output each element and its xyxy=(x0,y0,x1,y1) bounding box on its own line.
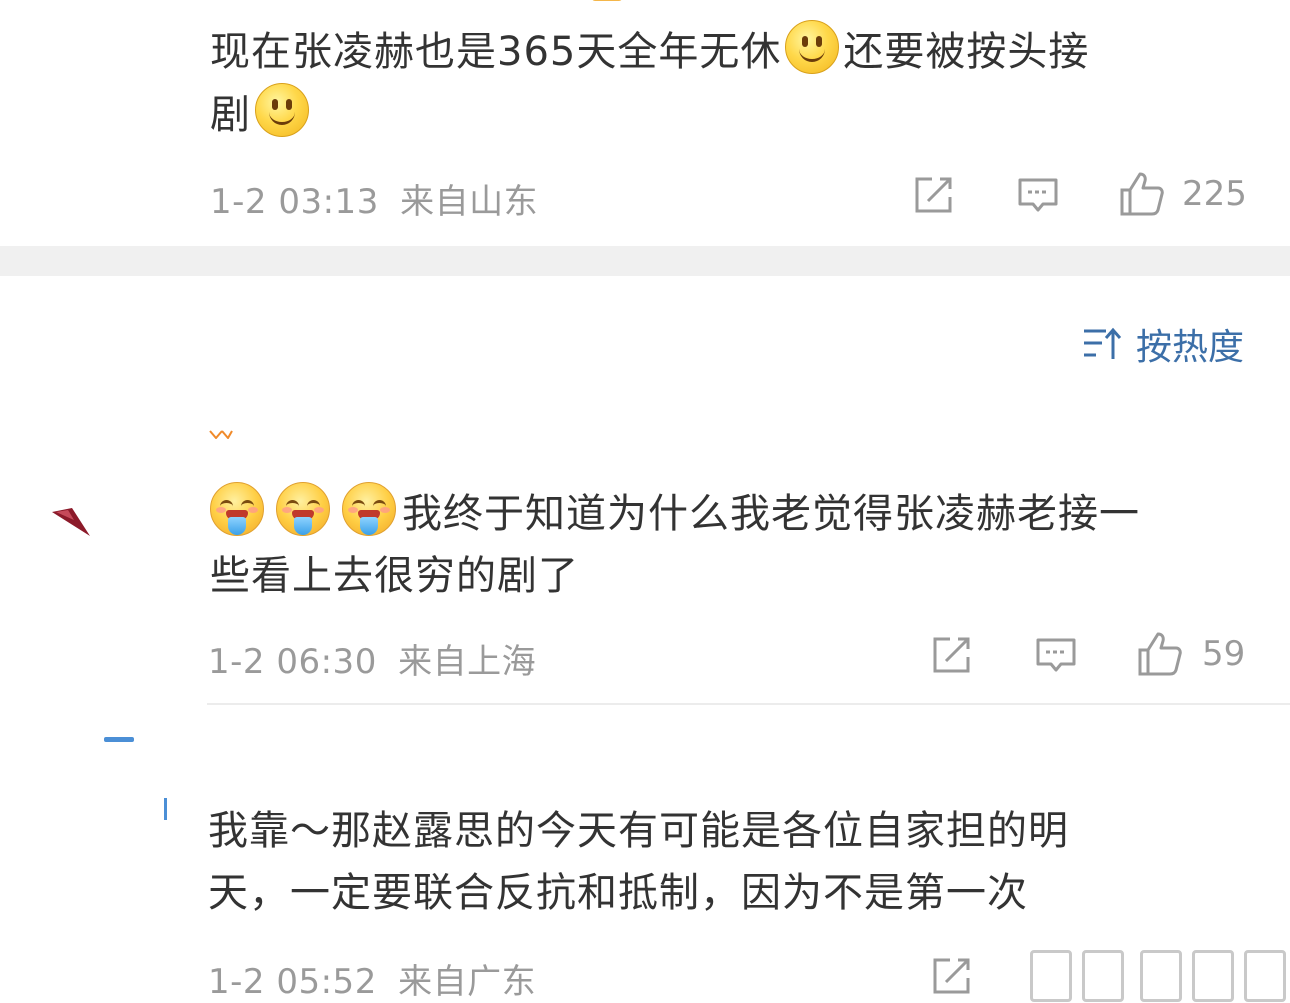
share-icon[interactable] xyxy=(930,956,974,996)
comment-3-meta: 1-2 05:52 来自广东 xyxy=(208,954,536,1003)
avatar-remnant xyxy=(104,737,134,742)
comment-1-text-part2: 还要被按头接 xyxy=(843,29,1090,75)
drool-emoji-icon xyxy=(210,482,264,536)
comment-1-like-count: 225 xyxy=(1182,174,1247,214)
comment-2-text-line1: 我终于知道为什么我老觉得张凌赫老接一 xyxy=(402,491,1140,537)
comment-1-meta: 1-2 03:13 来自山东 xyxy=(210,174,538,223)
comment-2-time: 1-2 06:30 xyxy=(208,642,377,682)
comment-2-like-count: 59 xyxy=(1202,634,1246,674)
sort-by-heat-button[interactable]: 按热度 xyxy=(1082,318,1244,370)
sort-label: 按热度 xyxy=(1135,327,1244,368)
share-icon[interactable] xyxy=(912,175,956,215)
comment-1-time: 1-2 03:13 xyxy=(210,182,379,222)
watermark-logo xyxy=(1030,950,1072,1002)
watermark-logo xyxy=(1140,950,1182,1002)
like-icon[interactable] xyxy=(1118,170,1166,218)
comment-3-time: 1-2 05:52 xyxy=(208,962,377,1002)
section-divider xyxy=(0,246,1290,276)
smile-emoji-icon xyxy=(785,20,840,74)
comment-1-text: 现在张凌赫也是365天全年无休 还要被按头接 剧 xyxy=(210,20,1240,146)
comment-3-text: 我靠～那赵露思的今天有可能是各位自家担的明 天，一定要联合反抗和抵制，因为不是第… xyxy=(208,800,1268,924)
like-icon[interactable] xyxy=(1136,630,1184,678)
share-icon[interactable] xyxy=(930,635,974,675)
comment-2-location: 来自上海 xyxy=(398,642,537,682)
comment-divider xyxy=(207,703,1290,705)
comment-1-location: 来自山东 xyxy=(400,182,539,222)
comment-2-meta: 1-2 06:30 来自上海 xyxy=(208,634,536,683)
watermark-logo xyxy=(1192,950,1234,1002)
avatar[interactable] xyxy=(50,506,92,540)
comment-2-text: 我终于知道为什么我老觉得张凌赫老接一 些看上去很穷的剧了 xyxy=(210,482,1250,607)
avatar-badge-remnant xyxy=(208,424,234,440)
smile-emoji-icon xyxy=(255,83,309,137)
reply-icon[interactable] xyxy=(1034,636,1078,676)
comment-3-location: 来自广东 xyxy=(398,962,537,1002)
drool-emoji-icon xyxy=(342,482,396,536)
comment-3-text-line1: 我靠～那赵露思的今天有可能是各位自家担的明 xyxy=(208,808,1069,854)
cropped-header-remnant xyxy=(300,0,630,4)
comment-1-text-part1: 现在张凌赫也是365天全年无休 xyxy=(210,29,782,75)
comment-3-text-line2: 天，一定要联合反抗和抵制，因为不是第一次 xyxy=(208,870,1028,916)
comment-2-text-line2: 些看上去很穷的剧了 xyxy=(210,553,579,599)
reply-icon[interactable] xyxy=(1016,176,1060,216)
avatar-remnant xyxy=(164,798,167,820)
comment-1-text-line2: 剧 xyxy=(210,92,251,138)
sort-icon xyxy=(1083,327,1122,359)
watermark-logo xyxy=(1082,950,1124,1002)
drool-emoji-icon xyxy=(276,482,330,536)
watermark-logo xyxy=(1244,950,1286,1002)
